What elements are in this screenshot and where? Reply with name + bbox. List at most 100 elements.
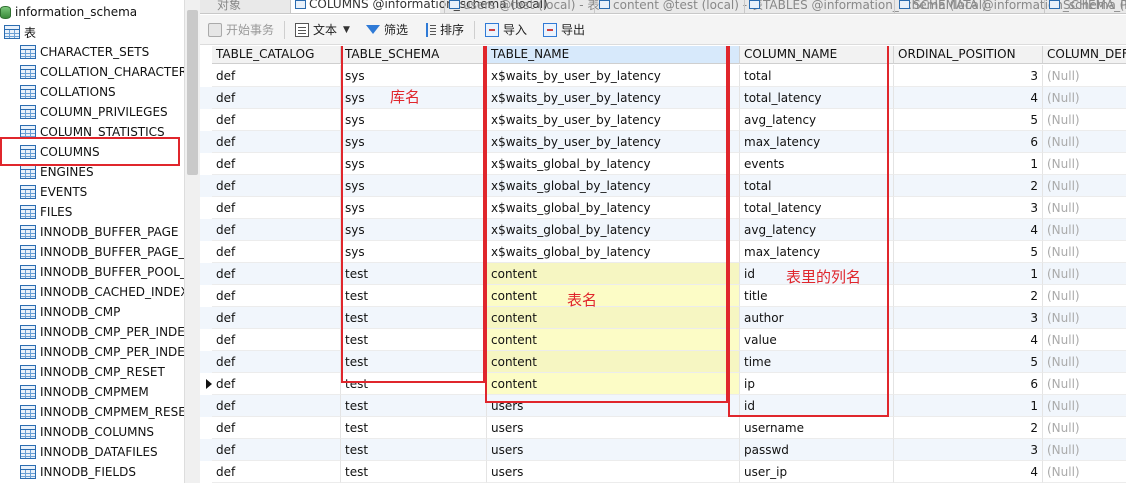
table-cell[interactable]: (Null): [1043, 153, 1126, 175]
table-cell[interactable]: 5: [894, 241, 1043, 263]
table-cell[interactable]: 5: [894, 351, 1043, 373]
table-cell[interactable]: total_latency: [740, 197, 894, 219]
table-cell[interactable]: users: [487, 439, 740, 461]
table-cell[interactable]: x$waits_by_user_by_latency: [487, 65, 740, 87]
table-cell[interactable]: 5: [894, 109, 1043, 131]
tree-table-item[interactable]: COLLATIONS: [20, 82, 116, 102]
table-cell[interactable]: 2: [894, 285, 1043, 307]
table-cell[interactable]: sys: [341, 219, 487, 241]
table-cell[interactable]: 3: [894, 307, 1043, 329]
table-cell[interactable]: 3: [894, 439, 1043, 461]
table-cell[interactable]: x$waits_global_by_latency: [487, 175, 740, 197]
tree-table-item[interactable]: INNODB_CMPMEM_RESET: [20, 402, 184, 422]
table-cell[interactable]: (Null): [1043, 307, 1126, 329]
table-row[interactable]: def test users id 1 (Null): [200, 395, 1126, 417]
table-cell[interactable]: def: [212, 65, 341, 87]
table-row[interactable]: def test users username 2 (Null): [200, 417, 1126, 439]
table-cell[interactable]: events: [740, 153, 894, 175]
table-cell[interactable]: 3: [894, 65, 1043, 87]
table-cell[interactable]: def: [212, 153, 341, 175]
table-cell[interactable]: users: [487, 395, 740, 417]
table-cell[interactable]: (Null): [1043, 373, 1126, 395]
table-cell[interactable]: test: [341, 307, 487, 329]
table-row[interactable]: def test content title 2 (Null): [200, 285, 1126, 307]
table-cell[interactable]: def: [212, 263, 341, 285]
table-cell[interactable]: content: [487, 373, 740, 395]
table-cell[interactable]: 2: [894, 175, 1043, 197]
tree-table-item[interactable]: INNODB_CMPMEM: [20, 382, 149, 402]
table-cell[interactable]: 4: [894, 87, 1043, 109]
table-cell[interactable]: 4: [894, 219, 1043, 241]
tree-table-item[interactable]: COLLATION_CHARACTER_SET_APPLICABILITY: [20, 62, 184, 82]
table-cell[interactable]: time: [740, 351, 894, 373]
tree-table-item[interactable]: ENGINES: [20, 162, 94, 182]
table-cell[interactable]: (Null): [1043, 197, 1126, 219]
tree-table-item[interactable]: INNODB_COLUMNS: [20, 422, 154, 442]
table-cell[interactable]: test: [341, 351, 487, 373]
table-row[interactable]: def sys x$waits_by_user_by_latency max_late…: [200, 131, 1126, 153]
table-row[interactable]: def test users user_ip 4 (Null): [200, 461, 1126, 483]
table-cell[interactable]: 1: [894, 263, 1043, 285]
table-cell[interactable]: def: [212, 329, 341, 351]
table-cell[interactable]: def: [212, 241, 341, 263]
tree-table-item[interactable]: INNODB_FIELDS: [20, 462, 136, 482]
table-cell[interactable]: x$waits_global_by_latency: [487, 219, 740, 241]
tab-schemata[interactable]: SCHEMATA @information_schema (local): [894, 0, 1126, 13]
tree-table-item[interactable]: COLUMN_PRIVILEGES: [20, 102, 168, 122]
tree-tables-group[interactable]: 表: [4, 22, 36, 42]
table-cell[interactable]: 3: [894, 197, 1043, 219]
table-cell[interactable]: (Null): [1043, 351, 1126, 373]
table-cell[interactable]: def: [212, 131, 341, 153]
table-cell[interactable]: (Null): [1043, 395, 1126, 417]
table-cell[interactable]: content: [487, 285, 740, 307]
tree-table-item[interactable]: INNODB_BUFFER_PAGE: [20, 222, 179, 242]
table-row[interactable]: def test content value 4 (Null): [200, 329, 1126, 351]
tree-table-item[interactable]: INNODB_BUFFER_POOL_STATS: [20, 262, 184, 282]
column-header[interactable]: TABLE_SCHEMA: [341, 46, 487, 64]
tab-users[interactable]: users @test (local) - 表: [444, 0, 599, 13]
table-cell[interactable]: total: [740, 175, 894, 197]
table-cell[interactable]: def: [212, 285, 341, 307]
table-row[interactable]: def sys x$waits_global_by_latency total 2 (Nu…: [200, 175, 1126, 197]
tree-table-item[interactable]: INNODB_CMP_PER_INDEX_RESET: [20, 342, 184, 362]
table-cell[interactable]: x$waits_global_by_latency: [487, 153, 740, 175]
tab-schema-privileges[interactable]: SCHEMA_PRIVILEGES: [1044, 0, 1126, 13]
tab-content[interactable]: content @test (local) - 表: [594, 0, 763, 13]
table-cell[interactable]: value: [740, 329, 894, 351]
table-row[interactable]: def test content id 1 (Null): [200, 263, 1126, 285]
tree-scrollbar[interactable]: [184, 0, 200, 483]
table-cell[interactable]: (Null): [1043, 87, 1126, 109]
table-cell[interactable]: sys: [341, 153, 487, 175]
table-row[interactable]: def test content ip 6 (Null): [200, 373, 1126, 395]
tree-table-item[interactable]: INNODB_CMP: [20, 302, 120, 322]
text-button[interactable]: 文本 ▼: [287, 18, 358, 42]
table-cell[interactable]: passwd: [740, 439, 894, 461]
table-cell[interactable]: total_latency: [740, 87, 894, 109]
table-cell[interactable]: test: [341, 263, 487, 285]
table-cell[interactable]: def: [212, 219, 341, 241]
table-cell[interactable]: avg_latency: [740, 109, 894, 131]
table-row[interactable]: def sys x$waits_global_by_latency events 1 (N…: [200, 153, 1126, 175]
table-row[interactable]: def test content time 5 (Null): [200, 351, 1126, 373]
table-cell[interactable]: def: [212, 373, 341, 395]
import-button[interactable]: 导入: [477, 18, 535, 42]
column-header[interactable]: TABLE_NAME: [487, 46, 740, 64]
table-cell[interactable]: 4: [894, 461, 1043, 483]
table-row[interactable]: def sys x$waits_global_by_latency avg_laten…: [200, 219, 1126, 241]
table-cell[interactable]: 6: [894, 131, 1043, 153]
table-cell[interactable]: 6: [894, 373, 1043, 395]
table-cell[interactable]: total: [740, 65, 894, 87]
table-cell[interactable]: max_latency: [740, 241, 894, 263]
table-cell[interactable]: ip: [740, 373, 894, 395]
column-header[interactable]: ORDINAL_POSITION: [894, 46, 1043, 64]
tree-table-item[interactable]: INNODB_CACHED_INDEXES: [20, 282, 184, 302]
table-cell[interactable]: content: [487, 351, 740, 373]
tree-table-item[interactable]: COLUMNS: [20, 142, 100, 162]
tree-table-item[interactable]: INNODB_CMP_PER_INDEX: [20, 322, 184, 342]
table-cell[interactable]: content: [487, 329, 740, 351]
table-cell[interactable]: content: [487, 263, 740, 285]
tree-table-item[interactable]: INNODB_BUFFER_PAGE_LRU: [20, 242, 184, 262]
table-cell[interactable]: def: [212, 439, 341, 461]
table-cell[interactable]: (Null): [1043, 329, 1126, 351]
table-cell[interactable]: id: [740, 395, 894, 417]
